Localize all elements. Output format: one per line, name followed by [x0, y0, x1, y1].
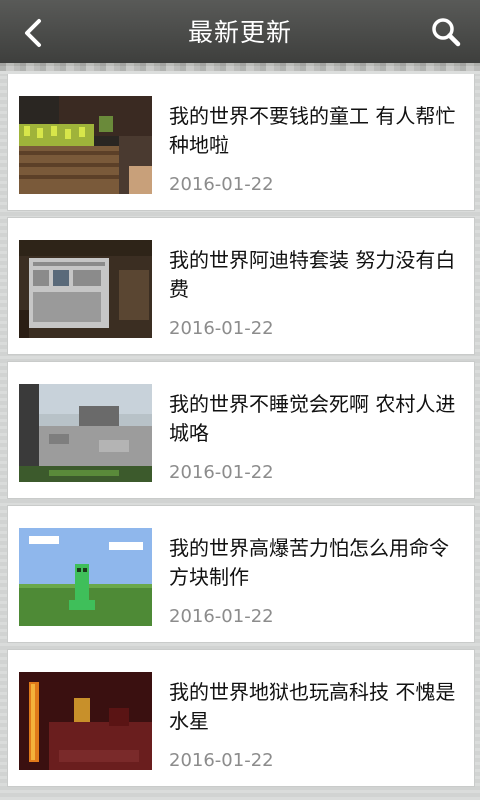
item-title: 我的世界阿迪特套装 努力没有白费	[169, 248, 456, 301]
item-date: 2016-01-22	[169, 462, 274, 483]
thumbnail-image	[19, 384, 152, 482]
search-button[interactable]	[428, 14, 464, 50]
thumbnail-image	[19, 528, 152, 626]
item-title: 我的世界不要钱的童工 有人帮忙种地啦	[169, 104, 456, 157]
thumbnail-image	[19, 96, 152, 194]
item-title: 我的世界不睡觉会死啊 农村人进城咯	[169, 392, 456, 445]
item-date: 2016-01-22	[169, 174, 274, 195]
list-item[interactable]: 我的世界不要钱的童工 有人帮忙种地啦 2016-01-22	[8, 74, 474, 210]
item-title: 我的世界高爆苦力怕怎么用命令方块制作	[169, 536, 449, 589]
list-item[interactable]: 我的世界阿迪特套装 努力没有白费 2016-01-22	[8, 218, 474, 354]
thumbnail-image	[19, 240, 152, 338]
article-list: 我的世界不要钱的童工 有人帮忙种地啦 2016-01-22 我的世界阿迪特套装 …	[0, 74, 480, 800]
page-title: 最新更新	[187, 18, 292, 47]
item-date: 2016-01-22	[169, 318, 274, 339]
list-item[interactable]: 我的世界地狱也玩高科技 不愧是水星 2016-01-22	[8, 650, 474, 786]
item-title: 我的世界地狱也玩高科技 不愧是水星	[169, 680, 456, 733]
thumbnail-image	[19, 672, 152, 770]
top-bar: 最新更新	[0, 0, 480, 71]
search-icon	[432, 18, 461, 47]
list-item[interactable]: 我的世界高爆苦力怕怎么用命令方块制作 2016-01-22	[8, 506, 474, 642]
item-date: 2016-01-22	[169, 750, 274, 771]
item-date: 2016-01-22	[169, 606, 274, 627]
list-item[interactable]: 我的世界不睡觉会死啊 农村人进城咯 2016-01-22	[8, 362, 474, 498]
